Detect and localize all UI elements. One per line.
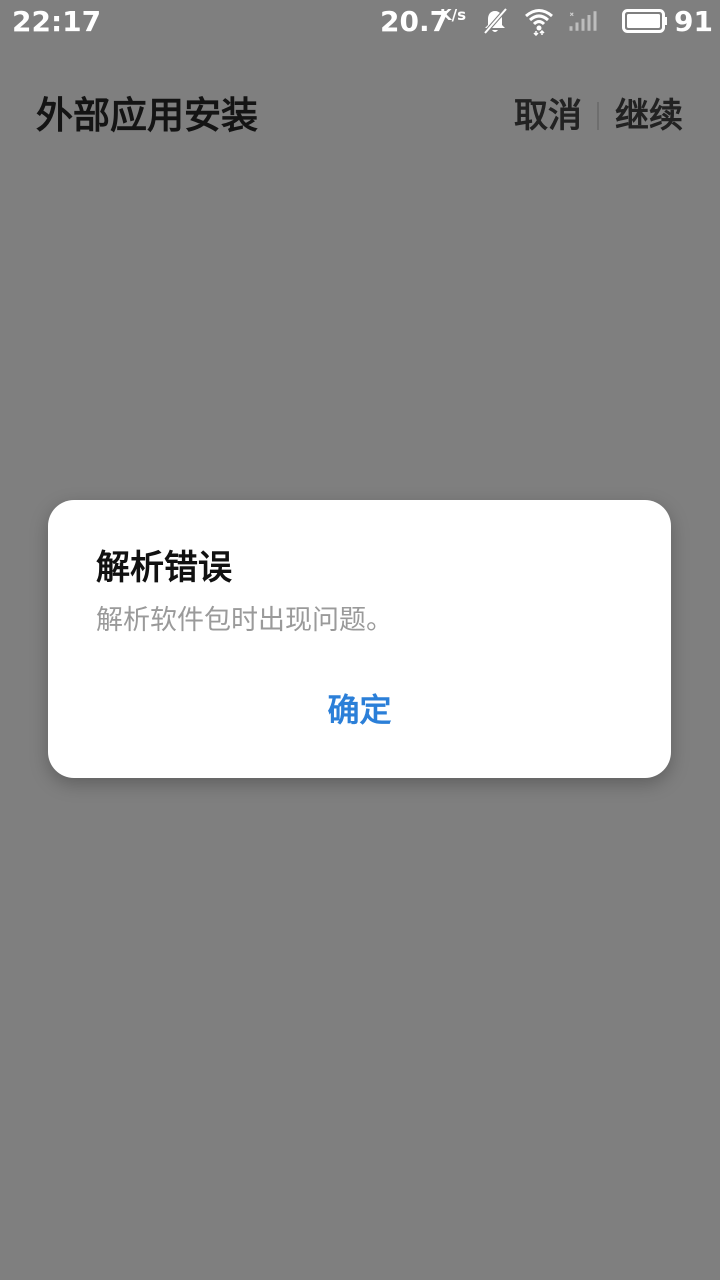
page-title: 外部应用安装 (36, 94, 258, 137)
status-time: 22:17 (12, 5, 102, 38)
dialog-title: 解析错误 (96, 548, 232, 588)
status-bar: 22:17 20.7 K/s 91 (0, 0, 720, 44)
parse-error-dialog: 解析错误 解析软件包时出现问题。 确定 (48, 500, 671, 778)
action-divider (597, 102, 599, 130)
signal-icon (569, 11, 597, 31)
wifi-icon (525, 9, 553, 36)
cancel-button[interactable]: 取消 (514, 93, 582, 139)
app-bar: 外部应用安装 取消 继续 (0, 80, 720, 152)
confirm-button[interactable]: 确定 (48, 684, 671, 736)
network-speed: 20.7 (380, 5, 450, 38)
dialog-message: 解析软件包时出现问题。 (96, 605, 393, 636)
screen: 22:17 20.7 K/s 91 外部应用安装 取消 继续 解析错误 解析软件… (0, 0, 720, 1280)
network-speed-unit: K/s (440, 6, 467, 24)
mute-icon (483, 7, 508, 35)
battery-level: 91 (674, 5, 713, 38)
continue-button[interactable]: 继续 (615, 93, 683, 139)
battery-icon (622, 9, 667, 33)
